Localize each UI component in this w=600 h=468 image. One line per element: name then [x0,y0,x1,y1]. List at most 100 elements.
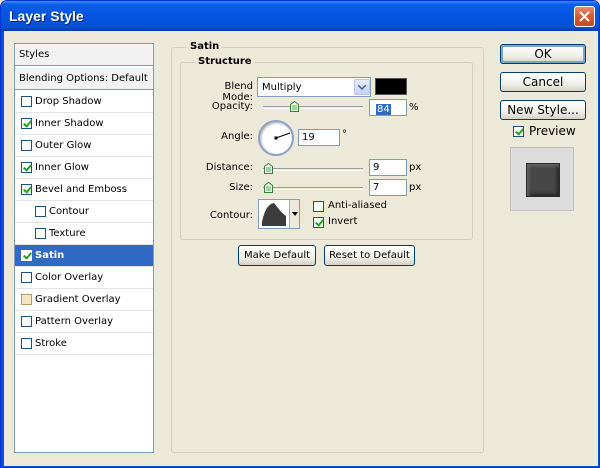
opacity-slider-thumb[interactable] [290,101,299,112]
style-item-label: Stroke [35,338,67,349]
style-checkbox[interactable] [35,228,46,239]
blend-mode-select[interactable]: Multiply [257,77,371,97]
new-style-button[interactable]: New Style... [500,100,586,120]
angle-label: Angle: [221,131,253,142]
distance-unit: px [409,162,422,173]
size-slider-track[interactable] [263,187,363,190]
style-checkbox[interactable] [35,206,46,217]
contour-dropdown-button[interactable] [289,200,299,228]
distance-slider-track[interactable] [263,168,363,171]
style-item-color-overlay[interactable]: Color Overlay [15,267,153,289]
style-item-gradient-overlay[interactable]: Gradient Overlay [15,289,153,311]
invert-label: Invert [328,216,358,227]
style-checkbox[interactable] [21,118,32,129]
blend-mode-dropdown-button[interactable] [354,79,370,95]
reset-to-default-label: Reset to Default [329,250,410,261]
style-item-bevel-and-emboss[interactable]: Bevel and Emboss [15,179,153,201]
make-default-button[interactable]: Make Default [238,245,316,266]
size-slider-thumb[interactable] [264,182,273,193]
invert-checkbox-box[interactable] [313,217,324,228]
opacity-slider-track[interactable] [263,106,363,109]
contour-picker[interactable] [258,199,300,229]
style-item-label: Satin [35,250,65,261]
style-checkbox[interactable] [21,338,32,349]
anti-aliased-label: Anti-aliased [328,200,388,211]
blending-options-item[interactable]: Blending Options: Default [15,68,153,90]
style-item-satin[interactable]: Satin [15,245,153,267]
anti-aliased-checkbox-box[interactable] [313,201,324,212]
style-item-label: Contour [49,206,89,217]
style-item-texture[interactable]: Texture [15,223,153,245]
chevron-down-icon [358,85,366,90]
close-button[interactable] [574,6,595,27]
title-bar[interactable]: Layer Style [1,1,599,31]
style-checkbox[interactable] [21,272,32,283]
make-default-label: Make Default [243,250,311,261]
satin-group-title: Satin [187,41,223,52]
satin-color-swatch[interactable] [375,78,407,95]
reset-to-default-button[interactable]: Reset to Default [324,245,415,266]
style-checkbox[interactable] [21,162,32,173]
opacity-unit: % [409,102,419,113]
style-preview-swatch [526,163,560,197]
angle-input[interactable]: 19 [298,129,340,146]
opacity-label: Opacity: [211,101,253,112]
layer-style-dialog: Layer Style Styles Blending Options: Def… [0,0,600,468]
style-checkbox[interactable] [21,294,32,305]
window-title: Layer Style [9,8,84,24]
style-item-label: Inner Glow [35,162,89,173]
distance-label: Distance: [205,162,253,173]
preview-label: Preview [529,124,576,138]
style-checkbox[interactable] [21,250,32,261]
cancel-label: Cancel [522,75,564,89]
style-preview [510,147,574,211]
distance-input[interactable]: 9 [369,159,407,176]
style-checkbox[interactable] [21,96,32,107]
style-item-label: Drop Shadow [35,96,102,107]
opacity-value: 84 [376,104,391,115]
size-label: Size: [229,182,253,193]
styles-list: Styles Blending Options: Default Drop Sh… [14,43,154,453]
size-input[interactable]: 7 [369,179,407,196]
style-item-label: Texture [49,228,86,239]
invert-checkbox[interactable]: Invert [313,216,357,229]
preview-checkbox-box[interactable] [513,126,524,137]
style-item-label: Inner Shadow [35,118,104,129]
size-value: 7 [373,182,380,193]
styles-header[interactable]: Styles [15,44,153,66]
contour-curve-icon [262,202,286,226]
preview-checkbox[interactable]: Preview [513,124,576,138]
style-checkbox[interactable] [21,316,32,327]
ok-label: OK [534,47,552,61]
style-item-drop-shadow[interactable]: Drop Shadow [15,91,153,113]
window-frame-left [1,31,4,467]
angle-value: 19 [302,132,315,143]
angle-unit: ° [342,129,347,140]
style-item-contour[interactable]: Contour [15,201,153,223]
style-item-inner-shadow[interactable]: Inner Shadow [15,113,153,135]
angle-dial[interactable] [258,120,294,156]
style-item-outer-glow[interactable]: Outer Glow [15,135,153,157]
distance-value: 9 [373,162,380,173]
cancel-button[interactable]: Cancel [500,72,586,92]
style-item-pattern-overlay[interactable]: Pattern Overlay [15,311,153,333]
style-item-stroke[interactable]: Stroke [15,333,153,355]
opacity-input[interactable]: 84 [369,99,407,116]
styles-header-label: Styles [19,49,50,60]
style-checkbox[interactable] [21,140,32,151]
style-item-label: Pattern Overlay [35,316,114,327]
anti-aliased-checkbox[interactable]: Anti-aliased [313,200,387,213]
structure-group-title: Structure [195,56,255,67]
ok-button[interactable]: OK [500,44,586,64]
new-style-label: New Style... [507,103,579,117]
triangle-down-icon [292,212,298,216]
style-item-label: Bevel and Emboss [35,184,127,195]
angle-dial-needle [274,132,291,140]
close-icon [579,11,590,22]
distance-slider-thumb[interactable] [264,163,273,174]
size-unit: px [409,182,422,193]
blending-options-label: Blending Options: Default [19,73,148,84]
blend-mode-value: Multiply [262,82,302,93]
style-item-inner-glow[interactable]: Inner Glow [15,157,153,179]
style-checkbox[interactable] [21,184,32,195]
